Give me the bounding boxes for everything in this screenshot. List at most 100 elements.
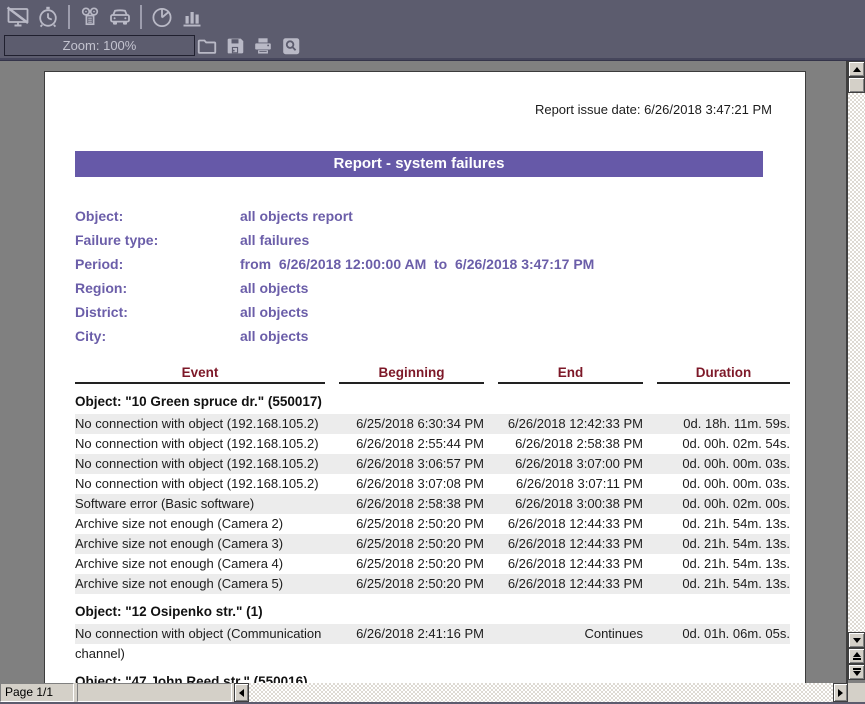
cell-end: 6/26/2018 2:58:38 PM bbox=[498, 434, 643, 454]
field-value: all objects report bbox=[240, 208, 353, 224]
zoom-level-control[interactable]: Zoom: 100% bbox=[4, 35, 195, 56]
group-header: Object: "10 Green spruce dr." (550017) bbox=[75, 390, 790, 414]
cell-event: Archive size not enough (Camera 4) bbox=[75, 554, 325, 574]
down-arrow-icon bbox=[853, 638, 861, 643]
save-icon bbox=[224, 35, 246, 57]
right-arrow-icon bbox=[838, 689, 843, 697]
field-value: all objects bbox=[240, 328, 308, 344]
table-row: Archive size not enough (Camera 2) 6/25/2… bbox=[75, 514, 790, 534]
schedule-button[interactable] bbox=[35, 4, 61, 30]
open-folder-icon bbox=[196, 35, 218, 57]
cell-end: 6/26/2018 12:42:33 PM bbox=[498, 414, 643, 434]
field-label: Region: bbox=[75, 276, 240, 300]
horizontal-scroll-track[interactable] bbox=[249, 683, 833, 702]
group-header: Object: "47 John Reed str." (550016) bbox=[75, 670, 790, 683]
column-header-event: Event bbox=[75, 364, 325, 384]
cell-beginning: 6/26/2018 2:41:16 PM bbox=[339, 624, 484, 664]
cell-end: 6/26/2018 12:44:33 PM bbox=[498, 534, 643, 554]
scroll-left-button[interactable] bbox=[234, 683, 249, 702]
cell-duration: 0d. 21h. 54m. 13s. bbox=[657, 554, 790, 574]
report-table-body: Object: "10 Green spruce dr." (550017)No… bbox=[75, 390, 790, 683]
pie-report-button[interactable] bbox=[149, 4, 175, 30]
cell-event: Archive size not enough (Camera 5) bbox=[75, 574, 325, 594]
cell-event: No connection with object (192.168.105.2… bbox=[75, 454, 325, 474]
field-label: City: bbox=[75, 324, 240, 348]
vertical-scrollbar[interactable] bbox=[846, 61, 865, 683]
field-label: District: bbox=[75, 300, 240, 324]
toolbar-separator bbox=[68, 5, 70, 29]
table-row: Software error (Basic software)6/26/2018… bbox=[75, 494, 790, 514]
bar-report-button[interactable] bbox=[179, 4, 205, 30]
cell-end: 6/26/2018 12:44:33 PM bbox=[498, 554, 643, 574]
report-page: Report issue date: 6/26/2018 3:47:21 PM … bbox=[44, 71, 806, 683]
previous-page-button[interactable] bbox=[848, 648, 865, 664]
left-arrow-icon bbox=[239, 689, 244, 697]
scroll-up-button[interactable] bbox=[848, 61, 865, 77]
scroll-down-button[interactable] bbox=[848, 632, 865, 648]
field-value: all objects bbox=[240, 304, 308, 320]
up-arrow-icon bbox=[853, 67, 861, 72]
vertical-scroll-track[interactable] bbox=[848, 93, 865, 632]
car-icon bbox=[108, 5, 132, 29]
table-row: No connection with object (Communication… bbox=[75, 624, 790, 664]
recorder-button[interactable] bbox=[77, 4, 103, 30]
column-header-end: End bbox=[498, 364, 643, 384]
cell-event: No connection with object (192.168.105.2… bbox=[75, 414, 325, 434]
cell-event: Archive size not enough (Camera 3) bbox=[75, 534, 325, 554]
report-title: Report - system failures bbox=[75, 151, 763, 177]
table-row: Archive size not enough (Camera 4) 6/25/2… bbox=[75, 554, 790, 574]
cell-end: 6/26/2018 3:07:00 PM bbox=[498, 454, 643, 474]
cell-beginning: 6/25/2018 2:50:20 PM bbox=[339, 554, 484, 574]
cell-beginning: 6/26/2018 3:07:08 PM bbox=[339, 474, 484, 494]
field-region: Region:all objects bbox=[75, 276, 790, 300]
report-preview-window: Zoom: 100% bbox=[0, 0, 865, 704]
cell-duration: 0d. 21h. 54m. 13s. bbox=[657, 514, 790, 534]
search-icon bbox=[280, 35, 302, 57]
next-page-button[interactable] bbox=[848, 664, 865, 680]
table-row: Archive size not enough (Camera 5) 6/25/2… bbox=[75, 574, 790, 594]
page-indicator: Page 1/1 bbox=[0, 683, 74, 702]
cell-end: 6/26/2018 3:00:38 PM bbox=[498, 494, 643, 514]
cell-beginning: 6/26/2018 2:55:44 PM bbox=[339, 434, 484, 454]
cell-duration: 0d. 00h. 02m. 00s. bbox=[657, 494, 790, 514]
scroll-right-button[interactable] bbox=[833, 683, 848, 702]
cell-event: Archive size not enough (Camera 2) bbox=[75, 514, 325, 534]
preview-viewport: Report issue date: 6/26/2018 3:47:21 PM … bbox=[0, 60, 865, 683]
cell-beginning: 6/25/2018 2:50:20 PM bbox=[339, 574, 484, 594]
vehicle-button[interactable] bbox=[107, 4, 133, 30]
field-value: all objects bbox=[240, 280, 308, 296]
bar-chart-icon bbox=[180, 5, 204, 29]
cell-event: No connection with object (192.168.105.2… bbox=[75, 434, 325, 454]
report-parameters: Object:all objects report Failure type:a… bbox=[75, 204, 790, 348]
field-value: from 6/26/2018 12:00:00 AM to 6/26/2018 … bbox=[240, 256, 594, 272]
column-header-duration: Duration bbox=[657, 364, 790, 384]
cell-beginning: 6/26/2018 2:58:38 PM bbox=[339, 494, 484, 514]
table-header-row: Event Beginning End Duration bbox=[75, 364, 790, 384]
alarm-clock-icon bbox=[36, 5, 60, 29]
cell-event: No connection with object (Communication… bbox=[75, 624, 325, 664]
cell-end: 6/26/2018 3:07:11 PM bbox=[498, 474, 643, 494]
cell-duration: 0d. 01h. 06m. 05s. bbox=[657, 624, 790, 664]
field-district: District:all objects bbox=[75, 300, 790, 324]
field-label: Failure type: bbox=[75, 228, 240, 252]
page-up-icon bbox=[853, 652, 861, 657]
print-button[interactable] bbox=[251, 34, 275, 58]
cell-beginning: 6/25/2018 2:50:20 PM bbox=[339, 514, 484, 534]
open-button[interactable] bbox=[195, 34, 219, 58]
status-panel bbox=[77, 683, 232, 702]
page-down-icon bbox=[853, 671, 861, 676]
page-bar-icon bbox=[853, 658, 861, 660]
find-button[interactable] bbox=[279, 34, 303, 58]
table-row: No connection with object (192.168.105.2… bbox=[75, 434, 790, 454]
save-button[interactable] bbox=[223, 34, 247, 58]
cell-event: No connection with object (192.168.105.2… bbox=[75, 474, 325, 494]
cell-duration: 0d. 00h. 02m. 54s. bbox=[657, 434, 790, 454]
group-header: Object: "12 Osipenko str." (1) bbox=[75, 600, 790, 624]
vertical-scroll-thumb[interactable] bbox=[848, 77, 865, 93]
horizontal-scrollbar[interactable] bbox=[234, 683, 848, 702]
field-label: Period: bbox=[75, 252, 240, 276]
display-button[interactable] bbox=[5, 4, 31, 30]
failures-table: Event Beginning End Duration Object: "10… bbox=[75, 364, 790, 683]
field-value: all failures bbox=[240, 232, 309, 248]
scrollbar-corner bbox=[848, 683, 865, 702]
